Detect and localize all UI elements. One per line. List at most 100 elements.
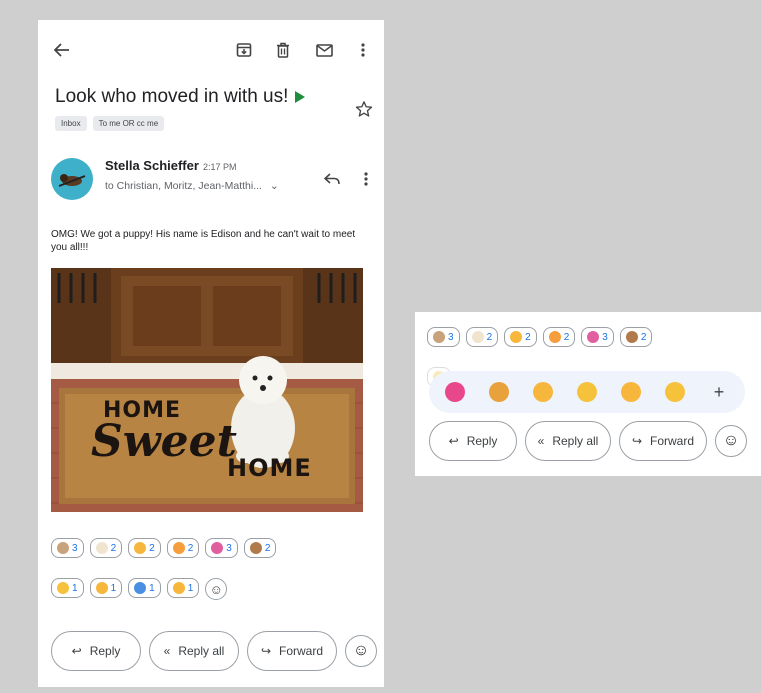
label-chip[interactable]: To me OR cc me — [92, 116, 165, 131]
forward-icon: ↪ — [260, 644, 272, 658]
reaction-count: 3 — [448, 331, 454, 343]
reactions-row: 3 2 2 2 3 2 — [427, 327, 653, 347]
reply-button[interactable]: ↩ Reply — [51, 631, 141, 671]
reply-all-button[interactable]: «Reply all — [525, 421, 611, 461]
star-icon[interactable] — [351, 96, 377, 122]
heart-icon — [445, 382, 465, 402]
reaction-count: 2 — [563, 331, 570, 343]
reaction-chip[interactable]: 2 — [465, 327, 499, 347]
reply-all-icon: « — [537, 434, 545, 448]
chevron-down-icon[interactable]: ⌄ — [270, 180, 279, 192]
reaction-chip[interactable]: 2 — [542, 327, 576, 347]
reactions-row: 3 2 2 2 3 2 — [51, 538, 277, 558]
paw-prints-icon — [134, 582, 147, 594]
more-vert-icon[interactable] — [350, 37, 376, 63]
reaction-count: 2 — [187, 542, 194, 554]
reaction-chip[interactable]: 3 — [427, 327, 460, 347]
forward-button[interactable]: ↪ Forward — [619, 421, 707, 461]
bone-icon — [95, 542, 108, 554]
sent-time: 2:17 PM — [202, 162, 237, 172]
forward-icon: ↪ — [631, 434, 643, 448]
attached-photo[interactable]: HOME Sweet HOME — [51, 268, 363, 512]
reaction-count: 3 — [72, 542, 78, 554]
reaction-chip[interactable]: 2 — [619, 327, 653, 347]
avatar[interactable] — [51, 158, 93, 200]
reaction-count: 2 — [264, 542, 271, 554]
action-buttons: ↩ Reply «Reply all ↪ Forward ☺ — [429, 421, 747, 461]
joy-icon — [577, 382, 597, 402]
heart-emoji-option[interactable] — [442, 379, 468, 405]
heart-eyes-cat-icon — [172, 542, 185, 554]
action-buttons: ↩ Reply «Reply all ↪ Forward ☺ — [51, 631, 377, 671]
reactions-row: 1 1 1 1 ☺ — [51, 578, 228, 600]
reaction-picker-view: 3 2 2 2 3 2 + ↩ Reply «Reply all ↪ Forward ☺ — [415, 312, 761, 476]
sender-name[interactable]: Stella Schieffer 2:17 PM — [105, 158, 236, 173]
heart-eyes-cat-icon — [548, 331, 561, 343]
recipients[interactable]: to Christian, Moritz, Jean-Matthi... ⌄ — [105, 180, 279, 192]
reaction-count: 1 — [149, 582, 155, 594]
smiling-face-with-hearts-icon — [134, 542, 147, 554]
important-marker-icon[interactable] — [295, 91, 306, 103]
add-reaction-icon[interactable]: ☺ — [205, 578, 228, 600]
reaction-count: 2 — [149, 542, 155, 554]
dog-face-icon — [433, 331, 445, 343]
party-popper-icon — [489, 382, 509, 402]
reply-icon: ↩ — [71, 644, 82, 658]
joy-emoji-option[interactable] — [574, 379, 600, 405]
reaction-count: 2 — [640, 331, 647, 343]
smiley-icon: ☺ — [722, 432, 740, 449]
delete-icon[interactable] — [270, 37, 296, 63]
reaction-chip[interactable]: 1 — [166, 578, 200, 598]
emoji-picker: + — [429, 371, 745, 413]
email-view: Look who moved in with us! Inbox To me O… — [38, 20, 384, 687]
add-reaction-button[interactable]: ☺ — [715, 425, 747, 457]
message-more-icon[interactable] — [353, 166, 379, 192]
forward-button[interactable]: ↪ Forward — [247, 631, 337, 671]
reaction-chip[interactable]: 3 — [51, 538, 84, 558]
reaction-count: 1 — [110, 582, 117, 594]
reaction-count: 1 — [72, 582, 78, 594]
party-popper-emoji-option[interactable] — [486, 379, 512, 405]
reaction-count: 2 — [486, 331, 493, 343]
thumbs-up-icon — [533, 382, 553, 402]
reaction-count: 2 — [110, 542, 117, 554]
label-chips: Inbox To me OR cc me — [55, 116, 165, 131]
reaction-chip[interactable]: 2 — [128, 538, 161, 558]
reaction-count: 2 — [525, 331, 531, 343]
sparkling-heart-icon — [211, 542, 224, 554]
reaction-count: 3 — [226, 542, 232, 554]
envelope-icon — [57, 582, 69, 594]
archive-icon[interactable] — [231, 37, 257, 63]
thumbs-up-emoji-option[interactable] — [530, 379, 556, 405]
folded-hands-emoji-option[interactable] — [618, 379, 644, 405]
message-body: OMG! We got a puppy! His name is Edison … — [51, 229, 356, 253]
thumbs-up-icon — [172, 582, 185, 594]
doormat-text-home-2: HOME — [227, 454, 312, 482]
reply-icon[interactable] — [319, 166, 345, 192]
sparkling-heart-icon — [587, 331, 600, 343]
email-subject: Look who moved in with us! — [55, 86, 306, 108]
bone-icon — [471, 331, 484, 343]
mail-icon[interactable] — [311, 37, 337, 63]
reaction-chip[interactable]: 2 — [166, 538, 200, 558]
back-arrow-icon[interactable] — [49, 37, 75, 63]
smile-emoji-option[interactable] — [662, 379, 688, 405]
reaction-chip[interactable]: 1 — [128, 578, 161, 598]
label-chip[interactable]: Inbox — [55, 116, 87, 131]
dog-icon — [249, 542, 262, 554]
reply-all-button[interactable]: «Reply all — [149, 631, 239, 671]
reaction-chip[interactable]: 2 — [89, 538, 123, 558]
reaction-chip[interactable]: 3 — [205, 538, 238, 558]
add-reaction-button[interactable]: ☺ — [345, 635, 377, 667]
folded-hands-icon — [621, 382, 641, 402]
reaction-chip[interactable]: 2 — [243, 538, 277, 558]
reaction-chip[interactable]: 1 — [51, 578, 84, 598]
doormat-text-sweet: Sweet — [91, 416, 237, 467]
more-emoji-button[interactable]: + — [706, 379, 732, 405]
reaction-count: 3 — [602, 331, 608, 343]
reply-button[interactable]: ↩ Reply — [429, 421, 517, 461]
reply-all-icon: « — [163, 644, 171, 658]
reaction-chip[interactable]: 2 — [504, 327, 537, 347]
reaction-chip[interactable]: 1 — [89, 578, 123, 598]
reaction-chip[interactable]: 3 — [581, 327, 614, 347]
